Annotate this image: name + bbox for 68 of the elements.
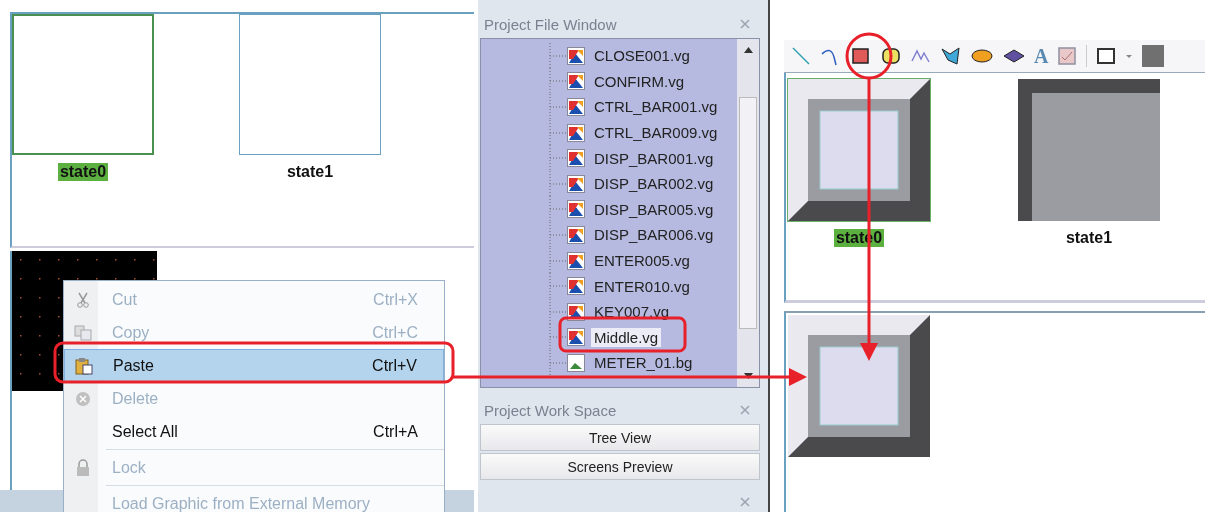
image-file-icon <box>567 123 585 142</box>
scroll-thumb[interactable] <box>739 97 757 329</box>
file-item[interactable]: CTRL_BAR009.vg <box>591 123 721 143</box>
tree-line <box>549 298 567 325</box>
image-file-icon <box>567 277 585 296</box>
tree-line <box>549 247 567 274</box>
state-label: state0 <box>57 163 109 181</box>
file-item[interactable]: DISP_BAR005.vg <box>591 199 717 219</box>
line-tool-icon[interactable] <box>790 45 812 67</box>
image-file-icon <box>567 328 585 347</box>
state-frame[interactable] <box>239 14 381 155</box>
delete-icon <box>75 390 91 407</box>
file-item[interactable]: DISP_BAR002.vg <box>591 174 717 194</box>
image-file-icon <box>567 225 585 244</box>
image-file-icon <box>567 251 585 270</box>
view-button[interactable]: Tree View <box>480 424 760 451</box>
bevel-button-drawing[interactable] <box>788 79 930 221</box>
tree-line <box>549 196 567 223</box>
tree-line <box>549 170 567 197</box>
polygon-tool-icon[interactable] <box>940 45 962 67</box>
file-item[interactable]: METER_01.bg <box>591 353 696 373</box>
color-swatch-icon[interactable] <box>1141 44 1166 68</box>
file-item[interactable]: DISP_BAR001.vg <box>591 148 717 168</box>
file-item[interactable]: ENTER005.vg <box>591 251 693 271</box>
state-frame[interactable] <box>12 14 154 155</box>
image-file-icon <box>567 149 585 168</box>
file-item[interactable]: CTRL_BAR001.vg <box>591 97 721 117</box>
tree-line <box>549 324 567 351</box>
tree-line <box>549 145 567 172</box>
rectangle-tool-icon[interactable] <box>850 45 872 67</box>
state-label: state1 <box>285 163 335 181</box>
border-tool-icon[interactable] <box>1095 45 1118 67</box>
view-button[interactable]: Screens Preview <box>480 453 760 480</box>
menu-item[interactable]: Paste Ctrl+V <box>64 349 444 382</box>
scrollbar[interactable] <box>737 39 759 387</box>
image-file-icon <box>567 98 585 116</box>
scissors-icon <box>75 291 91 308</box>
state-label: state1 <box>1064 229 1114 247</box>
highlight-circle <box>845 32 893 80</box>
tree-line <box>549 273 567 300</box>
paste-icon <box>75 356 93 375</box>
image-file-icon <box>567 46 585 65</box>
lock-icon <box>75 458 91 477</box>
file-item[interactable]: CLOSE001.vg <box>591 46 693 66</box>
scroll-up-icon[interactable] <box>743 47 753 53</box>
image-file-icon <box>567 200 585 219</box>
tree-line <box>549 221 567 248</box>
copy-icon <box>74 324 92 341</box>
file-item[interactable]: DISP_BAR006.vg <box>591 225 717 245</box>
panel-title: Project File Window <box>484 15 617 33</box>
file-item[interactable]: KEY007.vg <box>591 302 673 322</box>
file-item[interactable]: CONFIRM.vg <box>591 71 687 91</box>
tree-line <box>549 349 567 376</box>
file-item[interactable]: Middle.vg <box>591 327 662 347</box>
scroll-down-icon[interactable] <box>743 373 753 379</box>
image-file-icon <box>567 72 585 91</box>
tree-line <box>549 68 567 95</box>
file-icon <box>567 353 585 372</box>
tree-line <box>549 119 567 146</box>
tree-line <box>549 94 567 120</box>
panel-title: Project Work Space <box>484 401 617 419</box>
menu-item[interactable]: Select All Ctrl+A <box>64 415 444 448</box>
tree-line <box>549 42 567 69</box>
image-tool-icon[interactable] <box>1056 45 1079 67</box>
bevel-button-drawing[interactable] <box>788 315 930 457</box>
image-file-icon <box>567 174 585 193</box>
pressed-button-drawing[interactable] <box>1018 79 1160 221</box>
file-item[interactable]: ENTER010.vg <box>591 276 693 296</box>
